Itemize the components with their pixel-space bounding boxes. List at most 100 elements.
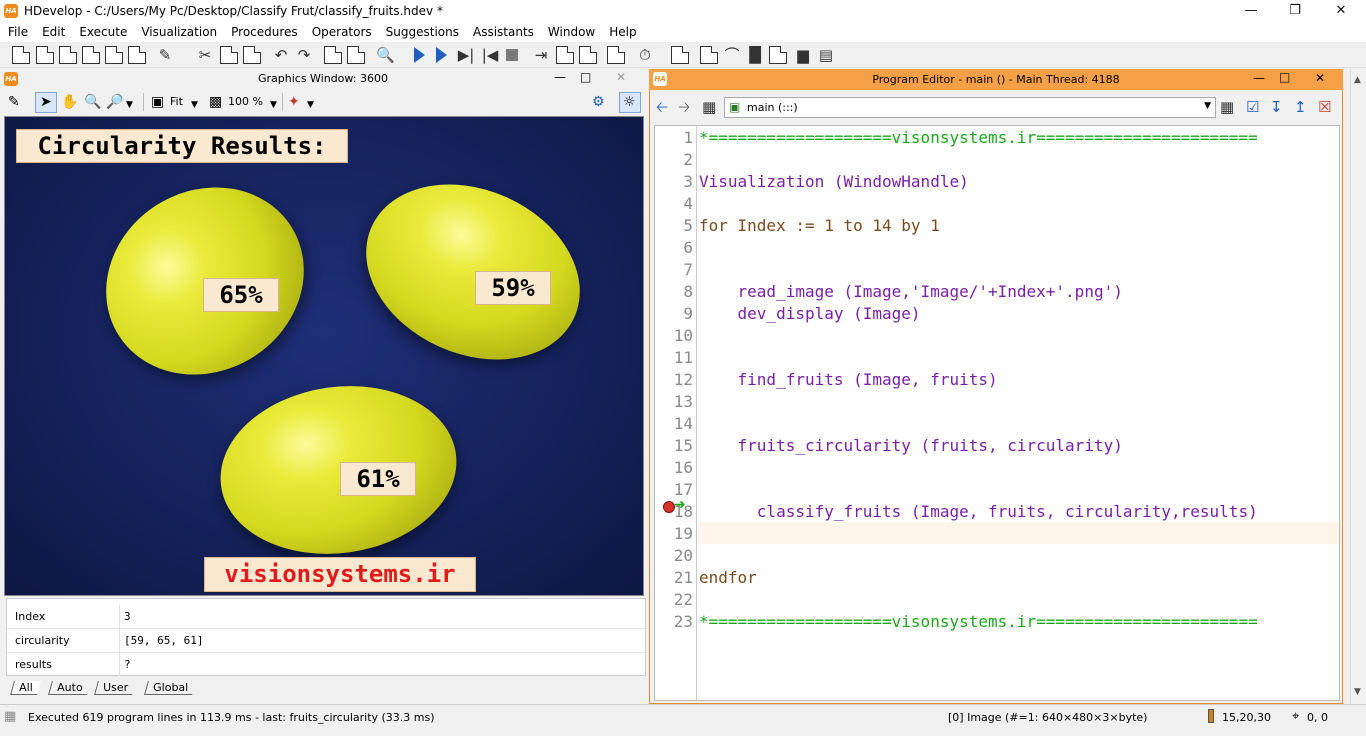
code-line[interactable]: Visualization (WindowHandle) [699,171,969,193]
procedure-select[interactable]: ▣ main (:::) ▼ [724,97,1216,118]
light-bulb-icon[interactable]: ☼ [623,94,636,110]
code-line[interactable]: for Index := 1 to 14 by 1 [699,215,940,237]
chevron-down-icon[interactable]: ▼ [1204,101,1211,111]
chevron-down-icon[interactable]: ▼ [307,97,314,113]
pe-maximize-icon[interactable]: □ [1279,70,1290,84]
gray-histogram-icon[interactable]: ▆ [794,46,812,64]
line-number[interactable]: 16 [655,457,693,479]
print-icon[interactable] [128,46,146,64]
code-line[interactable]: fruits_circularity (fruits, circularity) [699,435,1123,457]
undo-icon[interactable]: ↶ [272,46,290,64]
code-line[interactable]: dev_display (Image) [699,303,921,325]
menu-operators[interactable]: Operators [305,25,379,39]
menu-window[interactable]: Window [541,25,602,39]
reset-program-icon[interactable] [579,46,597,64]
delete-procedure-icon[interactable]: ☒ [1318,99,1331,115]
code-line[interactable]: classify_fruits (Image, fruits, circular… [699,501,1258,523]
cut-icon[interactable]: ✂ [196,46,214,64]
line-profile-icon[interactable]: ⌒ [723,46,741,64]
new-file-icon[interactable] [12,46,30,64]
variable-row[interactable]: Index 3 [7,605,645,629]
line-number-gutter[interactable]: 1 2 3 4 5 6 7 8 9 10 11 12 13 14 15 16 17 18 19 20 21 22 23 [655,126,697,700]
zoom-icon[interactable]: 🔍 [84,94,101,110]
code-line[interactable]: *===================visonsystems.ir=====… [699,611,1258,633]
line-number[interactable]: 6 [655,237,693,259]
magnify-icon[interactable]: 🔎 [106,94,123,110]
line-number[interactable]: 21 [655,567,693,589]
histogram-icon[interactable]: █ [746,46,764,64]
zoom-fit-icon[interactable]: ▣ [151,94,164,110]
back-arrow-icon[interactable]: 🡠 [656,99,668,115]
color-settings-icon[interactable]: ✦ [288,94,300,110]
open-file-icon[interactable] [36,46,54,64]
line-number[interactable]: 5 [655,215,693,237]
step-back-icon[interactable]: |◀ [481,46,499,64]
image-inspect-icon[interactable] [700,46,718,64]
step-down-icon[interactable]: ↧ [1270,99,1283,115]
restore-icon[interactable]: ❐ [1272,2,1318,20]
save-all-icon[interactable] [105,46,123,64]
run-icon[interactable] [414,47,425,63]
edit-procedure-icon[interactable]: ▦ [702,99,716,115]
procedure-list-icon[interactable]: ▦ [1220,99,1234,115]
stop-icon[interactable] [506,49,518,61]
inspect-icon[interactable]: ⚙ [592,94,605,110]
feature-inspect-icon[interactable] [769,46,787,64]
menu-edit[interactable]: Edit [35,25,72,39]
line-number[interactable]: 13 [655,391,693,413]
line-number[interactable]: 3 [655,171,693,193]
code-line[interactable]: *===================visonsystems.ir=====… [699,127,1258,149]
line-number[interactable]: 20 [655,545,693,567]
pan-hand-icon[interactable]: ✋ [61,94,78,110]
gw-close-icon[interactable]: ✕ [616,70,626,84]
line-number[interactable]: 4 [655,193,693,215]
line-number[interactable]: 1 [655,127,693,149]
copy-icon[interactable] [220,46,238,64]
open-example-icon[interactable] [59,46,77,64]
minimize-icon[interactable]: — [1228,2,1274,20]
gw-maximize-icon[interactable]: □ [580,70,591,84]
ocr-icon[interactable]: ▤ [817,46,835,64]
paste-icon[interactable] [243,46,261,64]
tab-all[interactable]: All [10,681,41,695]
chevron-down-icon[interactable]: ▼ [191,97,198,113]
line-number[interactable]: 15 [655,435,693,457]
line-number[interactable]: 22 [655,589,693,611]
profiler-icon[interactable] [607,46,625,64]
check-icon[interactable]: ☑ [1246,99,1259,115]
deactivate-icon[interactable] [347,46,365,64]
code-line[interactable]: find_fruits (Image, fruits) [699,369,998,391]
scroll-up-icon[interactable]: ▲ [1354,75,1361,85]
step-out-icon[interactable] [556,46,574,64]
line-number[interactable]: 2 [655,149,693,171]
redo-icon[interactable]: ↷ [295,46,313,64]
line-number[interactable]: 11 [655,347,693,369]
step-up-icon[interactable]: ↥ [1294,99,1307,115]
line-number[interactable]: 9 [655,303,693,325]
timer-icon[interactable]: ⏱ [636,46,654,64]
zoom-percent[interactable]: 100 % [228,95,263,108]
line-number[interactable]: 8 [655,281,693,303]
menu-suggestions[interactable]: Suggestions [379,25,466,39]
run-to-insert-icon[interactable] [436,47,447,63]
line-number[interactable]: 12 [655,369,693,391]
code-editor[interactable]: 1 2 3 4 5 6 7 8 9 10 11 12 13 14 15 16 17 18 19 20 21 22 23 *=… [654,125,1340,701]
scroll-down-icon[interactable]: ▼ [1354,687,1361,697]
graphics-window-icon[interactable] [671,46,689,64]
pe-close-icon[interactable]: ✕ [1315,71,1325,85]
variable-row[interactable]: results ? [7,653,645,677]
vertical-scrollbar[interactable]: ▲ ▼ [1350,69,1366,704]
line-number[interactable]: 7 [655,259,693,281]
menu-assistants[interactable]: Assistants [466,25,541,39]
gw-minimize-icon[interactable]: — [554,70,566,84]
menu-procedures[interactable]: Procedures [224,25,305,39]
menu-visualization[interactable]: Visualization [134,25,224,39]
forward-arrow-icon[interactable]: 🡢 [678,99,690,115]
line-number[interactable]: 19 [655,523,693,545]
pe-minimize-icon[interactable]: — [1253,71,1265,85]
line-number[interactable]: 10 [655,325,693,347]
graphics-canvas[interactable]: Circularity Results: 65% 59% 61% visions… [4,116,644,596]
breakpoint-icon[interactable]: ➜ [663,497,686,514]
menu-execute[interactable]: Execute [72,25,134,39]
find-icon[interactable]: 🔍 [376,46,395,64]
